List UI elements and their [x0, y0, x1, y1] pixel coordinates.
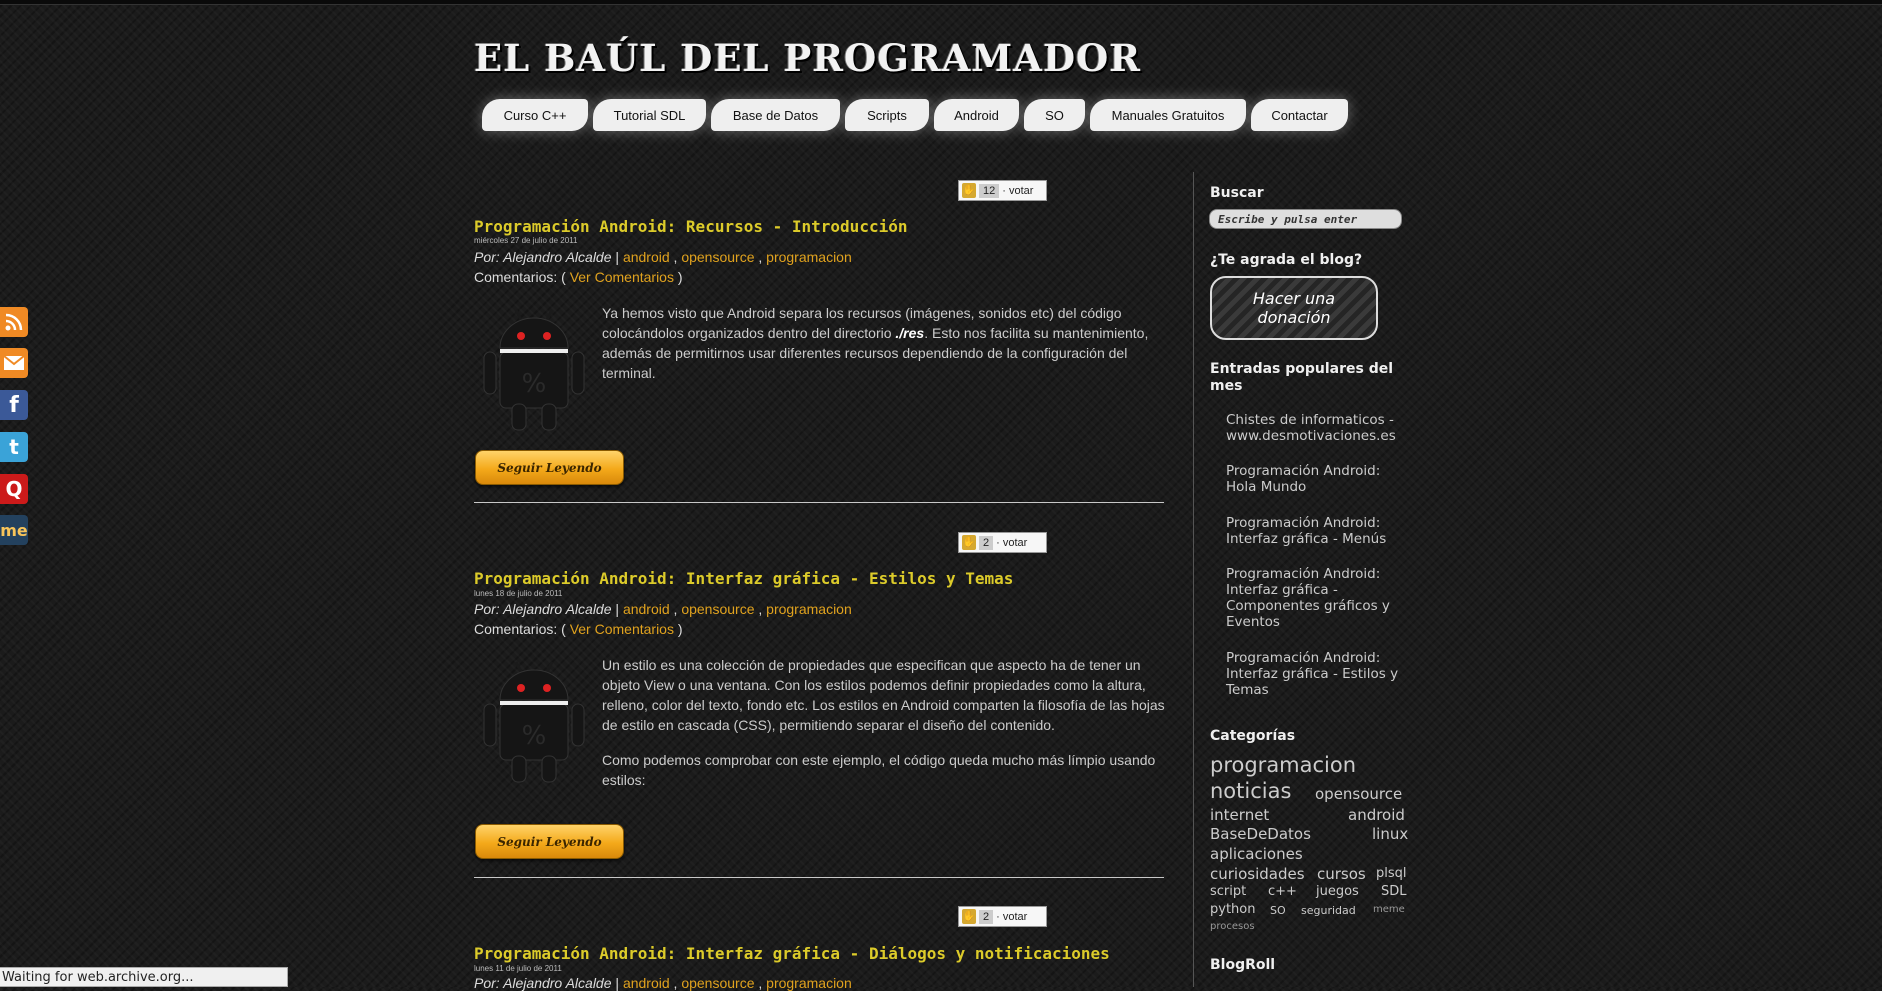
read-more-button[interactable]: Seguir Leyendo: [475, 824, 624, 859]
blogroll-heading: BlogRoll: [1210, 957, 1276, 973]
post-date: lunes 11 de julio de 2011: [474, 964, 562, 973]
android-robot-image: %: [483, 661, 585, 783]
comments-link[interactable]: Ver Comentarios: [570, 269, 674, 285]
tag-link-opensource[interactable]: opensource: [681, 601, 754, 617]
post-meta: Por: Alejandro Alcalde | android , opens…: [474, 975, 852, 991]
svg-text:%: %: [522, 721, 547, 751]
search-heading: Buscar: [1210, 185, 1264, 201]
tag-link-programacion[interactable]: programacion: [766, 601, 852, 617]
post-author: Por: Alejandro Alcalde: [474, 601, 612, 617]
category-tag[interactable]: plsql: [1376, 866, 1407, 881]
category-tag[interactable]: SO: [1270, 904, 1286, 917]
post-author: Por: Alejandro Alcalde: [474, 249, 612, 265]
nav-tutorial-sdl[interactable]: Tutorial SDL: [593, 99, 706, 131]
category-tag[interactable]: noticias: [1210, 779, 1291, 803]
category-tag[interactable]: seguridad: [1301, 904, 1356, 917]
post-separator: [474, 877, 1164, 878]
tag-link-android[interactable]: android: [623, 975, 670, 991]
category-tag[interactable]: BaseDeDatos: [1210, 825, 1311, 843]
nav-curso-cpp[interactable]: Curso C++: [482, 99, 588, 131]
post-title[interactable]: Programación Android: Interfaz gráfica -…: [474, 944, 1110, 963]
popular-link[interactable]: Programación Android: Hola Mundo: [1226, 463, 1411, 495]
popular-heading: Entradas populares del mes: [1210, 361, 1394, 394]
site-logo[interactable]: EL BAÚL DEL PROGRAMADOR: [474, 36, 1141, 80]
sidebar-divider: [1193, 172, 1194, 987]
popular-link[interactable]: Programación Android: Interfaz gráfica -…: [1226, 515, 1411, 547]
category-tag[interactable]: SDL: [1381, 884, 1407, 899]
meneame-icon[interactable]: me: [0, 515, 28, 545]
tag-link-programacion[interactable]: programacion: [766, 249, 852, 265]
vote-count: 12: [979, 183, 1000, 198]
donate-label: donación: [1257, 308, 1331, 327]
popular-link[interactable]: Programación Android: Interfaz gráfica -…: [1226, 566, 1411, 630]
category-tag[interactable]: meme: [1373, 904, 1405, 915]
tag-link-opensource[interactable]: opensource: [681, 249, 754, 265]
category-tag[interactable]: aplicaciones: [1210, 845, 1303, 863]
category-tag[interactable]: internet: [1210, 806, 1269, 824]
post-date: miércoles 27 de julio de 2011: [474, 236, 578, 245]
category-tag[interactable]: procesos: [1210, 921, 1255, 932]
popular-link[interactable]: Chistes de informaticos - www.desmotivac…: [1226, 412, 1411, 444]
vote-icon: ✋: [962, 535, 976, 550]
read-more-button[interactable]: Seguir Leyendo: [475, 450, 624, 485]
vote-icon: ✋: [962, 183, 976, 198]
category-tag[interactable]: script: [1210, 884, 1246, 899]
nav-contactar[interactable]: Contactar: [1251, 99, 1348, 131]
nav-base-de-datos[interactable]: Base de Datos: [711, 99, 840, 131]
category-tag[interactable]: c++: [1268, 884, 1297, 899]
vote-widget[interactable]: ✋ 2 · votar: [958, 906, 1047, 927]
nav-manuales-gratuitos[interactable]: Manuales Gratuitos: [1090, 99, 1246, 131]
post-author: Por: Alejandro Alcalde: [474, 975, 612, 991]
category-tag[interactable]: juegos: [1316, 884, 1359, 899]
nav-so[interactable]: SO: [1024, 99, 1085, 131]
post-separator: [474, 502, 1164, 503]
post-title[interactable]: Programación Android: Recursos - Introdu…: [474, 217, 907, 236]
category-tag[interactable]: android: [1348, 806, 1405, 824]
post-date: lunes 18 de julio de 2011: [474, 589, 563, 598]
svg-text:%: %: [522, 369, 547, 399]
post-comments: Comentarios: ( Ver Comentarios ): [474, 621, 683, 637]
vote-widget[interactable]: ✋ 2 · votar: [958, 532, 1047, 553]
donate-button[interactable]: Hacer una donación: [1210, 276, 1378, 340]
search-input[interactable]: Escribe y pulsa enter: [1209, 209, 1402, 229]
email-icon[interactable]: [0, 348, 28, 378]
facebook-icon[interactable]: f: [0, 390, 28, 420]
vote-icon: ✋: [962, 909, 976, 924]
nav-scripts[interactable]: Scripts: [845, 99, 929, 131]
post-title[interactable]: Programación Android: Interfaz gráfica -…: [474, 569, 1013, 588]
categories-heading: Categorías: [1210, 728, 1296, 744]
tag-link-programacion[interactable]: programacion: [766, 975, 852, 991]
post-excerpt: Un estilo es una colección de propiedade…: [602, 657, 1165, 788]
vote-widget[interactable]: ✋ 12 · votar: [958, 180, 1047, 201]
vote-count: 2: [979, 535, 994, 550]
tag-link-android[interactable]: android: [623, 601, 670, 617]
category-tag[interactable]: programacion: [1210, 753, 1356, 777]
category-tag[interactable]: linux: [1372, 825, 1408, 843]
post-comments: Comentarios: ( Ver Comentarios ): [474, 269, 683, 285]
category-tag[interactable]: opensource: [1315, 785, 1402, 803]
android-robot-image: %: [483, 309, 585, 431]
category-tag[interactable]: cursos: [1317, 865, 1366, 883]
twitter-icon[interactable]: t: [0, 432, 28, 462]
popular-link[interactable]: Programación Android: Interfaz gráfica -…: [1226, 650, 1411, 698]
vote-label: · votar: [996, 910, 1028, 923]
tag-link-opensource[interactable]: opensource: [681, 975, 754, 991]
vote-label: · votar: [1002, 184, 1034, 197]
comments-link[interactable]: Ver Comentarios: [570, 621, 674, 637]
vote-count: 2: [979, 909, 994, 924]
vote-label: · votar: [996, 536, 1028, 549]
nav-android[interactable]: Android: [934, 99, 1019, 131]
donate-label: Hacer una: [1252, 289, 1336, 308]
top-border: [0, 0, 1882, 5]
category-tag[interactable]: curiosidades: [1210, 865, 1305, 883]
q-icon[interactable]: Q: [0, 474, 28, 504]
browser-status-bar: Waiting for web.archive.org...: [0, 967, 288, 987]
post-excerpt: Ya hemos visto que Android separa los re…: [602, 305, 1149, 381]
tag-link-android[interactable]: android: [623, 249, 670, 265]
category-tag[interactable]: python: [1210, 902, 1255, 917]
rss-icon[interactable]: [0, 307, 28, 337]
post-meta: Por: Alejandro Alcalde | android , opens…: [474, 249, 852, 265]
like-heading: ¿Te agrada el blog?: [1210, 252, 1363, 268]
post-meta: Por: Alejandro Alcalde | android , opens…: [474, 601, 852, 617]
